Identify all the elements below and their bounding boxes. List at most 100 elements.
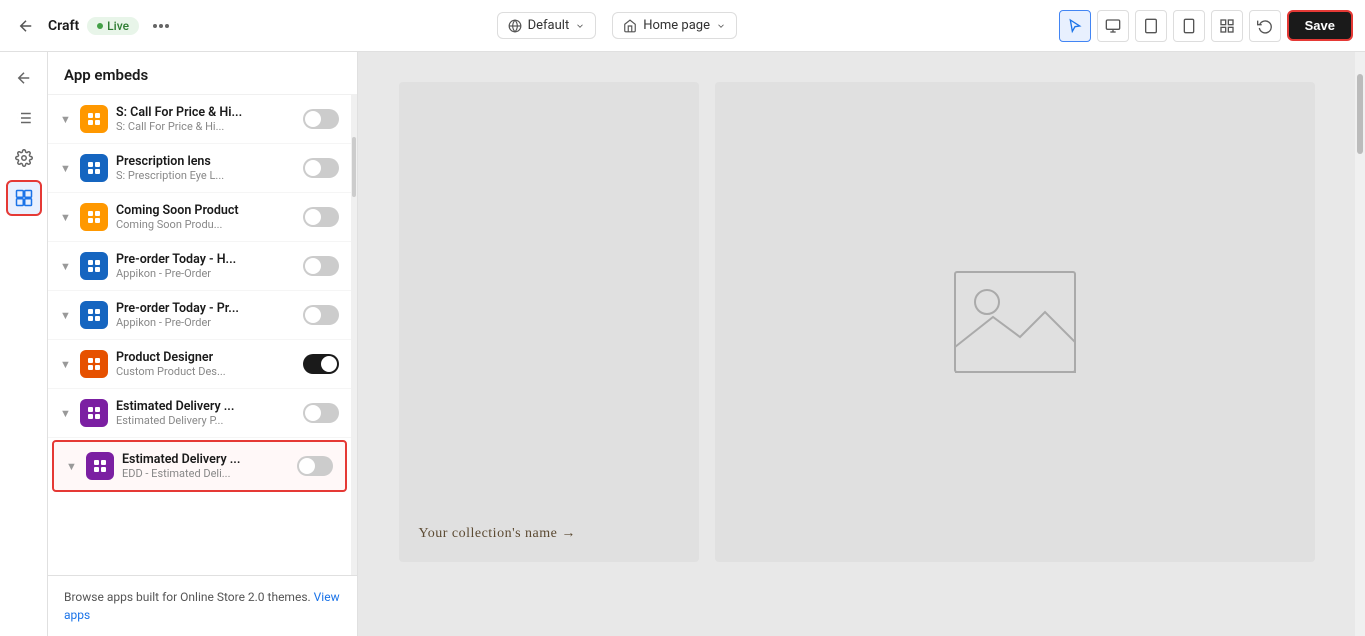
right-scrollbar[interactable] xyxy=(1355,52,1365,636)
app-name-estimated-delivery-2: Estimated Delivery ... xyxy=(122,452,289,467)
toggle-estimated-delivery-1[interactable] xyxy=(303,403,339,423)
app-icon-product-designer xyxy=(80,350,108,378)
tablet-icon xyxy=(1143,18,1159,34)
home-icon xyxy=(623,19,637,33)
sidebar-footer: Browse apps built for Online Store 2.0 t… xyxy=(48,575,357,636)
chevron-icon-preorder-today-h[interactable]: ▼ xyxy=(60,260,72,273)
live-dot xyxy=(97,23,103,29)
chevron-down-icon xyxy=(716,21,726,31)
back-button[interactable] xyxy=(12,12,40,40)
topbar-left: Craft Live xyxy=(12,12,175,40)
globe-icon xyxy=(508,19,522,33)
grid-icon xyxy=(1219,18,1235,34)
app-icon-preorder-today-p xyxy=(80,301,108,329)
app-item-coming-soon[interactable]: ▼ Coming Soon Product Coming Soon Produ.… xyxy=(48,193,351,242)
app-subtitle-product-designer: Custom Product Des... xyxy=(116,365,295,378)
toggle-product-designer[interactable] xyxy=(303,354,339,374)
app-icon-estimated-delivery-1 xyxy=(80,399,108,427)
rail-back-icon xyxy=(15,69,33,87)
chevron-icon-preorder-today-p[interactable]: ▼ xyxy=(60,309,72,322)
rail-apps-button[interactable] xyxy=(6,180,42,216)
chevron-icon-estimated-delivery-1[interactable]: ▼ xyxy=(60,407,72,420)
app-name-estimated-delivery-1: Estimated Delivery ... xyxy=(116,399,295,414)
app-logo-product-designer xyxy=(86,356,102,372)
app-subtitle-estimated-delivery-1: Estimated Delivery P... xyxy=(116,414,295,427)
app-info-preorder-today-p: Pre-order Today - Pr... Appikon - Pre-Or… xyxy=(116,301,295,329)
sidebar-title: App embeds xyxy=(48,52,357,95)
app-icon-estimated-delivery-2 xyxy=(86,452,114,480)
toggle-estimated-delivery-2[interactable] xyxy=(297,456,333,476)
app-item-preorder-today-p[interactable]: ▼ Pre-order Today - Pr... Appikon - Pre-… xyxy=(48,291,351,340)
app-subtitle-call-for-price: S: Call For Price & Hi... xyxy=(116,120,295,133)
canvas-card-left: Your collection's name → xyxy=(399,82,699,562)
toggle-prescription-lens[interactable] xyxy=(303,158,339,178)
icon-rail xyxy=(0,52,48,636)
app-name-preorder-today-h: Pre-order Today - H... xyxy=(116,252,295,267)
rail-back-button[interactable] xyxy=(6,60,42,96)
app-info-estimated-delivery-2: Estimated Delivery ... EDD - Estimated D… xyxy=(122,452,289,480)
chevron-icon-product-designer[interactable]: ▼ xyxy=(60,358,72,371)
desktop-view-button[interactable] xyxy=(1097,10,1129,42)
store-name: Craft xyxy=(48,18,79,34)
app-item-estimated-delivery-2[interactable]: ▼ Estimated Delivery ... EDD - Estimated… xyxy=(52,440,347,492)
sidebar-scrollbar-thumb xyxy=(352,137,356,197)
app-name-call-for-price: S: Call For Price & Hi... xyxy=(116,105,295,120)
sidebar-scrollbar[interactable] xyxy=(351,95,357,575)
footer-text: Browse apps built for Online Store 2.0 t… xyxy=(64,590,314,604)
app-item-call-for-price[interactable]: ▼ S: Call For Price & Hi... S: Call For … xyxy=(48,95,351,144)
default-select[interactable]: Default xyxy=(497,12,597,39)
app-logo-estimated-delivery-1 xyxy=(86,405,102,421)
undo-button[interactable] xyxy=(1249,10,1281,42)
app-name-prescription-lens: Prescription lens xyxy=(116,154,295,169)
main-content: App embeds ▼ S: Call For Price & Hi... S… xyxy=(0,52,1365,636)
toggle-coming-soon[interactable] xyxy=(303,207,339,227)
tablet-view-button[interactable] xyxy=(1135,10,1167,42)
app-item-preorder-today-h[interactable]: ▼ Pre-order Today - H... Appikon - Pre-O… xyxy=(48,242,351,291)
apps-icon xyxy=(15,189,33,207)
undo-icon xyxy=(1257,18,1273,34)
chevron-icon-call-for-price[interactable]: ▼ xyxy=(60,113,72,126)
homepage-select[interactable]: Home page xyxy=(612,12,737,39)
app-icon-prescription-lens xyxy=(80,154,108,182)
app-info-product-designer: Product Designer Custom Product Des... xyxy=(116,350,295,378)
app-info-call-for-price: S: Call For Price & Hi... S: Call For Pr… xyxy=(116,105,295,133)
chevron-icon-prescription-lens[interactable]: ▼ xyxy=(60,162,72,175)
app-logo-call-for-price xyxy=(86,111,102,127)
mobile-view-button[interactable] xyxy=(1173,10,1205,42)
app-logo-coming-soon xyxy=(86,209,102,225)
mobile-icon xyxy=(1181,18,1197,34)
app-logo-preorder-today-p xyxy=(86,307,102,323)
app-subtitle-coming-soon: Coming Soon Produ... xyxy=(116,218,295,231)
app-info-preorder-today-h: Pre-order Today - H... Appikon - Pre-Ord… xyxy=(116,252,295,280)
toggle-preorder-today-h[interactable] xyxy=(303,256,339,276)
app-icon-coming-soon xyxy=(80,203,108,231)
toggle-call-for-price[interactable] xyxy=(303,109,339,129)
app-item-prescription-lens[interactable]: ▼ Prescription lens S: Prescription Eye … xyxy=(48,144,351,193)
collection-link[interactable]: Your collection's name → xyxy=(419,526,576,542)
right-scrollbar-thumb xyxy=(1357,74,1363,154)
app-logo-prescription-lens xyxy=(86,160,102,176)
grid-view-button[interactable] xyxy=(1211,10,1243,42)
save-button[interactable]: Save xyxy=(1287,10,1353,41)
canvas-area: Your collection's name → xyxy=(358,52,1355,636)
chevron-icon-estimated-delivery-2[interactable]: ▼ xyxy=(66,460,78,473)
sidebar-scroll-wrapper: ▼ S: Call For Price & Hi... S: Call For … xyxy=(48,95,357,575)
sections-icon xyxy=(15,109,33,127)
app-item-product-designer[interactable]: ▼ Product Designer Custom Product Des... xyxy=(48,340,351,389)
app-info-coming-soon: Coming Soon Product Coming Soon Produ... xyxy=(116,203,295,231)
cursor-tool-button[interactable] xyxy=(1059,10,1091,42)
rail-sections-button[interactable] xyxy=(6,100,42,136)
toggle-preorder-today-p[interactable] xyxy=(303,305,339,325)
app-subtitle-prescription-lens: S: Prescription Eye L... xyxy=(116,169,295,182)
chevron-icon-coming-soon[interactable]: ▼ xyxy=(60,211,72,224)
topbar-center: Default Home page xyxy=(185,12,1049,39)
chevron-down-icon xyxy=(575,21,585,31)
app-name-product-designer: Product Designer xyxy=(116,350,295,365)
app-item-estimated-delivery-1[interactable]: ▼ Estimated Delivery ... Estimated Deliv… xyxy=(48,389,351,438)
app-name-preorder-today-p: Pre-order Today - Pr... xyxy=(116,301,295,316)
more-options-button[interactable] xyxy=(147,12,175,40)
app-subtitle-preorder-today-h: Appikon - Pre-Order xyxy=(116,267,295,280)
image-placeholder-icon xyxy=(945,267,1085,377)
rail-settings-button[interactable] xyxy=(6,140,42,176)
app-logo-estimated-delivery-2 xyxy=(92,458,108,474)
